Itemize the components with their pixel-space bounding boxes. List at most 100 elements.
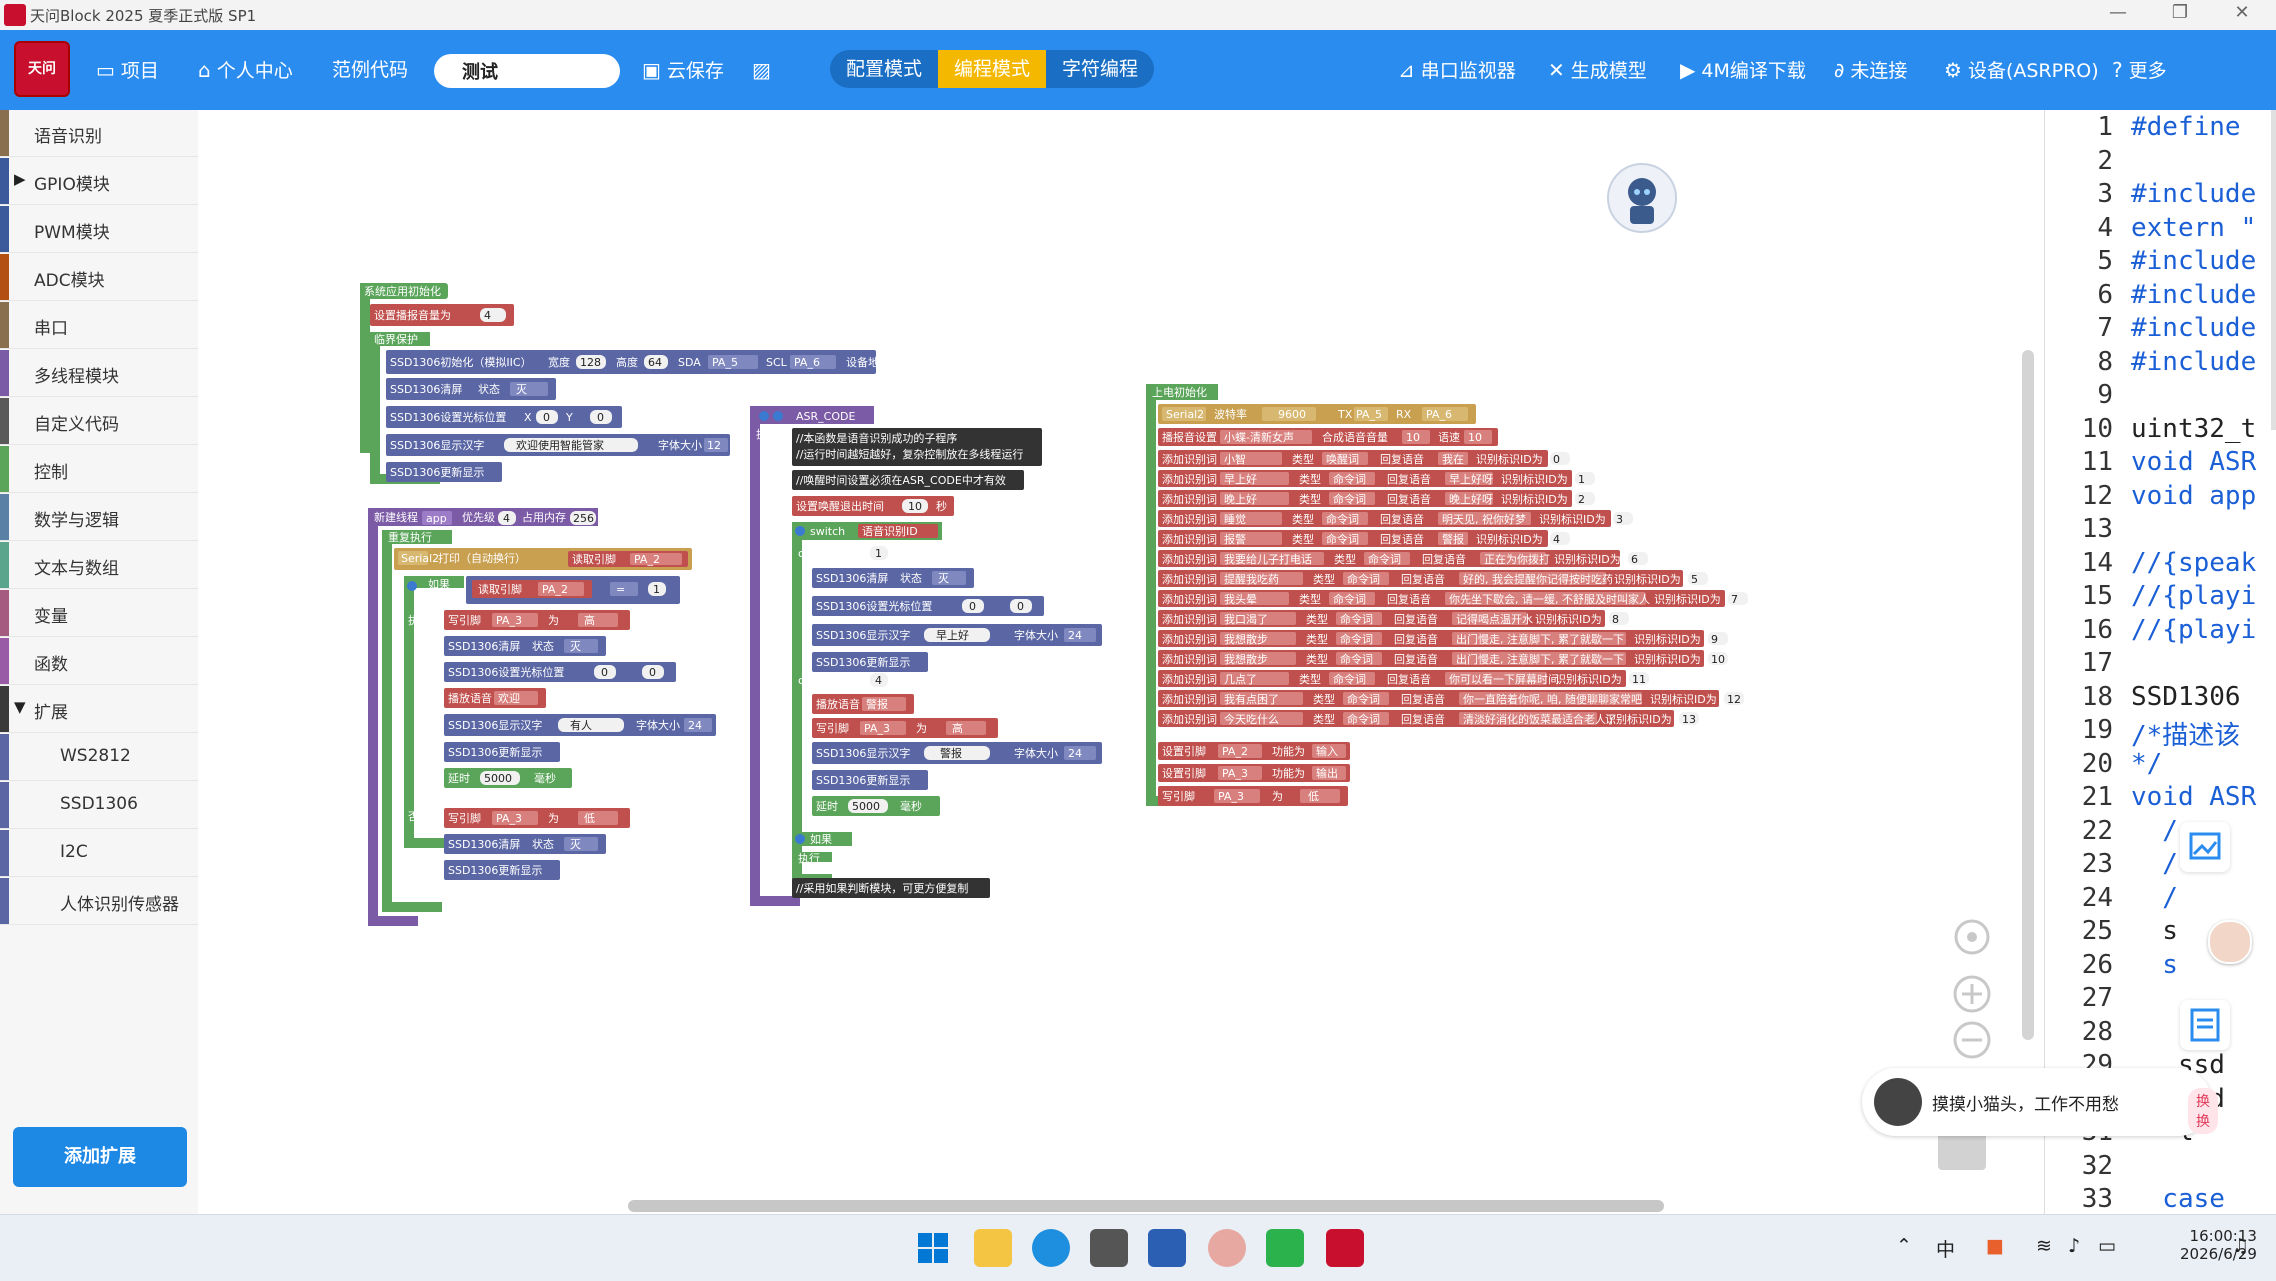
code-line-text[interactable]: #include xyxy=(2131,280,2256,310)
code-line-text[interactable]: s xyxy=(2131,916,2178,946)
block-field[interactable]: 命令词 xyxy=(1326,532,1359,546)
block-field[interactable]: 5 xyxy=(1691,573,1698,586)
block-field[interactable]: 你可以看一下屏幕时间 xyxy=(1449,672,1559,686)
examples-button[interactable]: 范例代码 xyxy=(332,52,408,88)
block-field[interactable]: 2 xyxy=(1578,493,1585,506)
block-field[interactable]: PA_5 xyxy=(1356,408,1382,421)
block-field[interactable]: 低 xyxy=(584,812,595,825)
change-tip-button[interactable]: 换换 xyxy=(2188,1088,2218,1134)
sidebar-item[interactable]: 自定义代码 xyxy=(0,398,198,445)
block-field[interactable]: 睡觉 xyxy=(1224,513,1246,526)
block-field[interactable]: 9600 xyxy=(1278,408,1306,421)
block-field[interactable]: PA_3 xyxy=(864,722,890,735)
code-line-text[interactable]: / xyxy=(2131,883,2178,913)
code-line-text[interactable]: void ASR xyxy=(2131,782,2256,812)
recognition-word-row[interactable]: 添加识别词 报警 类型 命令词 回复语音 警报 识别标识ID为 4 xyxy=(1158,530,1570,547)
block-field[interactable]: 清淡好消化的饭菜最适合老人了 xyxy=(1463,712,1617,726)
block-field[interactable]: 10 xyxy=(908,500,922,513)
block-field[interactable]: 灭 xyxy=(570,640,581,653)
more-button[interactable]: ? 更多 xyxy=(2112,52,2167,88)
block-field[interactable]: 24 xyxy=(1068,629,1082,642)
code-line-text[interactable]: #include xyxy=(2131,179,2256,209)
recognition-word-row[interactable]: 添加识别词 晚上好 类型 命令词 回复语音 晚上好呀 识别标识ID为 2 xyxy=(1158,490,1595,507)
compile-download-button[interactable]: ▶ 4M编译下载 xyxy=(1680,52,1806,88)
recognition-word-row[interactable]: 添加识别词 小智 类型 唤醒词 回复语音 我在 识别标识ID为 0 xyxy=(1158,450,1570,467)
block-field[interactable]: 1 xyxy=(1578,473,1585,486)
block-field[interactable]: 0 xyxy=(597,411,604,424)
block-asr-code[interactable]: ASR_CODE 执行 //本函数是语音识别成功的子程序 //运行时间越短越好，… xyxy=(750,406,1102,906)
block-field[interactable]: 灭 xyxy=(570,838,581,851)
workspace-horizontal-scrollbar[interactable] xyxy=(628,1200,1664,1212)
tray-app-icon[interactable]: ■ xyxy=(1986,1235,2004,1257)
tab-config-mode[interactable]: 配置模式 xyxy=(830,50,938,88)
block-field[interactable]: 命令词 xyxy=(1333,672,1366,686)
assistant-app-icon[interactable] xyxy=(1208,1229,1246,1267)
sidebar-item[interactable]: WS2812 xyxy=(0,734,198,781)
block-field[interactable]: 我要给儿子打电话 xyxy=(1224,552,1312,566)
block-field[interactable]: 灭 xyxy=(516,383,527,396)
block-field[interactable]: 我有点困了 xyxy=(1224,692,1279,706)
recognition-word-row[interactable]: 添加识别词 睡觉 类型 命令词 回复语音 明天见, 祝你好梦 识别标识ID为 3 xyxy=(1158,510,1633,527)
code-line-text[interactable]: / xyxy=(2131,849,2178,879)
sidebar-item[interactable]: ▼ 扩展 xyxy=(0,686,198,733)
block-field[interactable]: 命令词 xyxy=(1333,592,1366,606)
block-field[interactable]: 命令词 xyxy=(1347,572,1380,586)
wechat-icon[interactable] xyxy=(1266,1229,1304,1267)
block-workspace[interactable]: .t{font-size:11px;fill:#fff;} .tb{font-s… xyxy=(198,110,2042,1214)
block-field[interactable]: 我口渴了 xyxy=(1224,613,1268,626)
block-field[interactable]: 高 xyxy=(952,721,963,735)
block-field[interactable]: 命令词 xyxy=(1333,472,1366,486)
block-field[interactable]: 今天吃什么 xyxy=(1224,712,1279,726)
block-field[interactable]: 我在 xyxy=(1442,453,1464,466)
block-field[interactable]: 64 xyxy=(648,356,662,369)
zoom-out-icon[interactable] xyxy=(1953,1021,1991,1059)
block-field[interactable]: 10 xyxy=(1406,431,1420,444)
zoom-in-icon[interactable] xyxy=(1953,975,1991,1013)
minimize-button[interactable]: — xyxy=(2098,2,2138,23)
volume-icon[interactable]: ♪ xyxy=(2068,1235,2080,1257)
sidebar-item[interactable]: 数学与逻辑 xyxy=(0,494,198,541)
generate-model-button[interactable]: ✕ 生成模型 xyxy=(1548,52,1647,88)
block-field[interactable]: 正在为你拨打 xyxy=(1484,552,1550,566)
block-field[interactable]: 晚上好 xyxy=(1224,492,1257,506)
sidebar-item[interactable]: 串口 xyxy=(0,302,198,349)
block-field[interactable]: 128 xyxy=(580,356,601,369)
block-field[interactable]: 6 xyxy=(1631,553,1638,566)
sidebar-item[interactable]: 多线程模块 xyxy=(0,350,198,397)
tab-text-coding[interactable]: 字符编程 xyxy=(1046,50,1154,88)
block-field[interactable]: 语音识别ID xyxy=(862,524,918,538)
block-field[interactable]: 0 xyxy=(1017,600,1024,613)
wifi-icon[interactable]: ≋ xyxy=(2036,1235,2052,1257)
code-line-text[interactable]: s xyxy=(2131,950,2178,980)
block-field[interactable]: 命令词 xyxy=(1340,632,1373,646)
sidebar-item[interactable]: ▶ GPIO模块 xyxy=(0,158,198,205)
block-field[interactable]: 命令词 xyxy=(1326,512,1359,526)
recognition-word-row[interactable]: 添加识别词 我想散步 类型 命令词 回复语音 出门慢走, 注意脚下, 累了就歇一下 识别标识… xyxy=(1158,650,1728,667)
block-field[interactable]: 0 xyxy=(1553,453,1560,466)
block-field[interactable]: 24 xyxy=(1068,747,1082,760)
expand-arrow-icon[interactable]: ▶ xyxy=(14,170,26,188)
sidebar-item[interactable]: 人体识别传感器 xyxy=(0,878,198,925)
block-field[interactable]: 0 xyxy=(649,666,656,679)
start-icon[interactable] xyxy=(914,1229,952,1267)
sidebar-item[interactable]: ADC模块 xyxy=(0,254,198,301)
code-line-text[interactable]: void app xyxy=(2131,481,2256,511)
recognition-word-row[interactable]: 添加识别词 今天吃什么 类型 命令词 回复语音 清淡好消化的饭菜最适合老人了识别标识ID为… xyxy=(1158,710,1699,727)
code-line-text[interactable]: //{speak xyxy=(2131,548,2256,578)
block-field[interactable]: 几点了 xyxy=(1224,673,1257,686)
serial-monitor-button[interactable]: ⊿ 串口监视器 xyxy=(1398,52,1516,88)
block-field[interactable]: 小蝶-清新女声 xyxy=(1224,430,1294,444)
block-field[interactable]: 12 xyxy=(707,439,721,452)
block-field[interactable]: 1 xyxy=(875,547,882,560)
code-line-text[interactable]: #define xyxy=(2131,112,2256,142)
block-field[interactable]: 早上好呀 xyxy=(1449,472,1493,486)
recognition-word-row[interactable]: 添加识别词 我头晕 类型 命令词 回复语音 你先坐下歇会, 请一缓, 不舒服及时叫家人 识别… xyxy=(1158,590,1748,607)
block-field[interactable]: PA_3 xyxy=(1222,767,1248,780)
block-field[interactable]: 明天见, 祝你好梦 xyxy=(1442,512,1526,526)
code-line-text[interactable]: /*描述该 xyxy=(2131,715,2240,752)
code-line-text[interactable]: #include xyxy=(2131,347,2256,377)
code-editor-icon[interactable] xyxy=(1148,1229,1186,1267)
recognition-word-row[interactable]: 添加识别词 我有点困了 类型 命令词 回复语音 你一直陪着你呢, 咱, 随便聊聊家常吧 识别… xyxy=(1158,690,1744,707)
block-field[interactable]: 有人 xyxy=(570,718,592,732)
block-field[interactable]: 10 xyxy=(1468,431,1482,444)
